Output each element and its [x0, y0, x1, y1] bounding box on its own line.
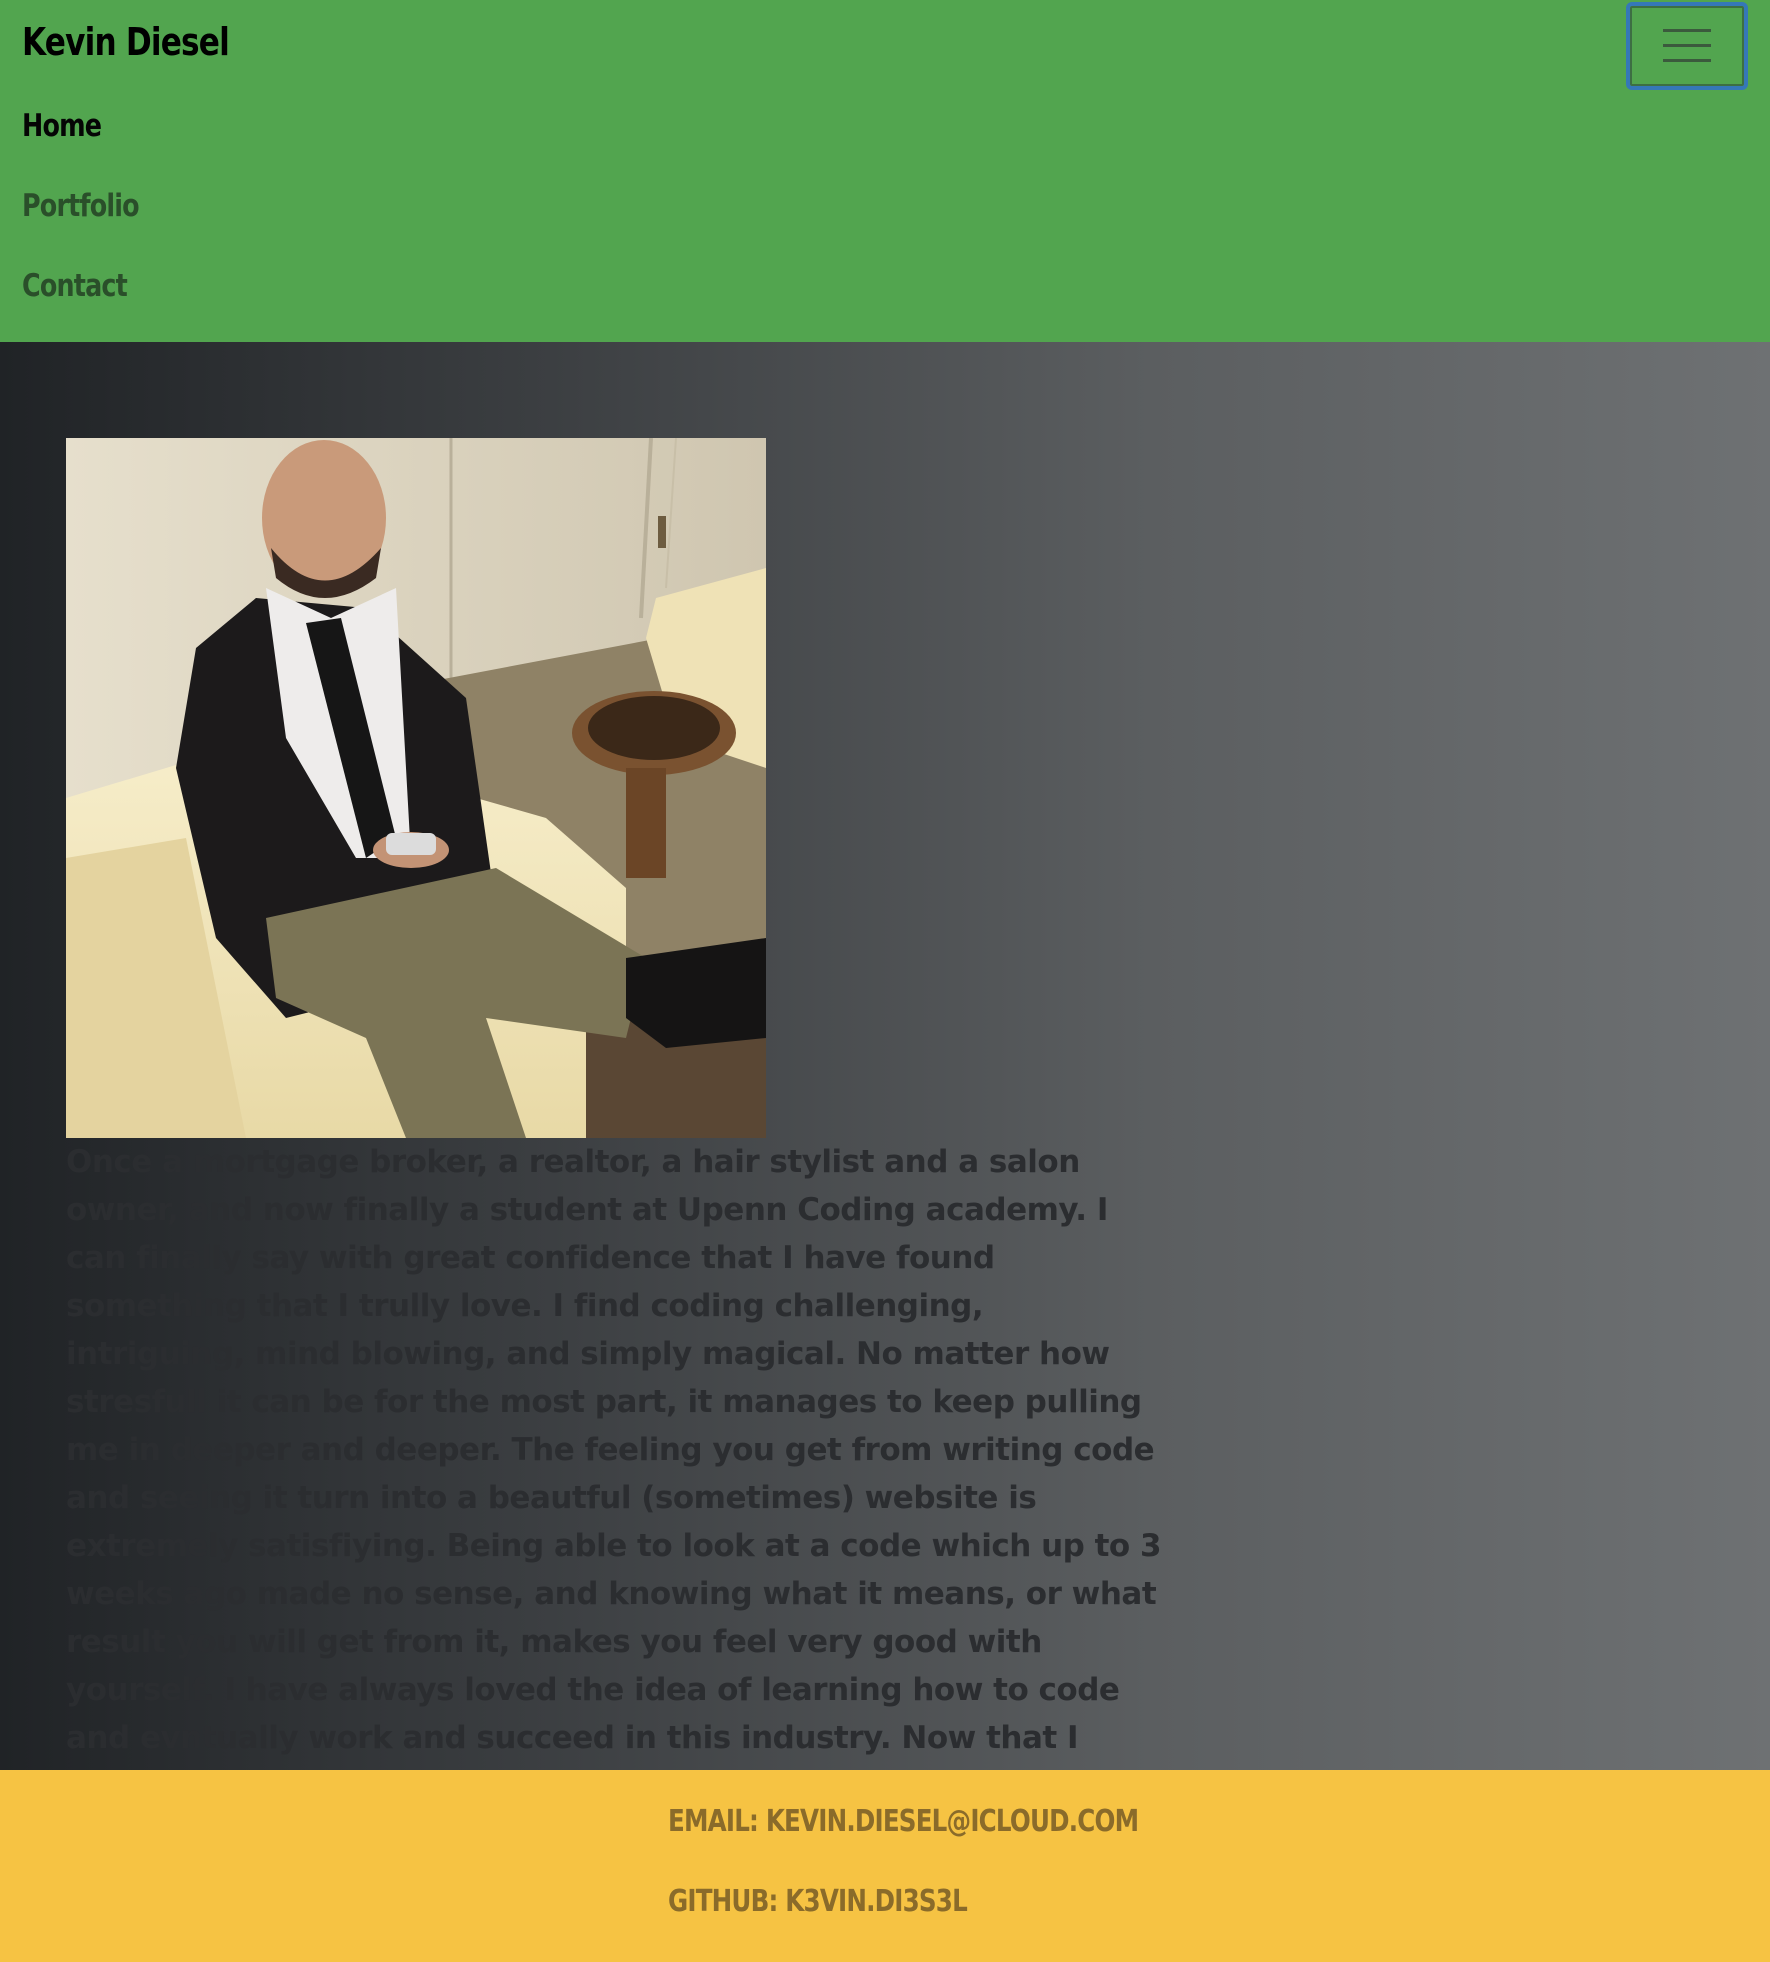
- nav-item-home: Home: [22, 100, 164, 180]
- navbar-toggler-button[interactable]: [1626, 2, 1748, 90]
- bio-text: Once a mortgage broker, a realtor, a hai…: [66, 1144, 1162, 1770]
- nav-item-portfolio: Portfolio: [22, 180, 164, 260]
- navbar: Kevin Diesel Home Portfolio Contact: [0, 0, 1770, 342]
- page: Kevin Diesel Home Portfolio Contact Once…: [0, 0, 1770, 1962]
- nav-link-portfolio[interactable]: Portfolio: [22, 180, 140, 260]
- nav-item-contact: Contact: [22, 260, 164, 340]
- main-content: Once a mortgage broker, a realtor, a hai…: [0, 342, 1770, 1770]
- nav-link-home[interactable]: Home: [22, 100, 139, 180]
- profile-photo: [66, 438, 766, 1138]
- footer: EMAIL: KEVIN.DIESEL@ICLOUD.COM GITHUB: K…: [0, 1770, 1770, 1962]
- footer-email[interactable]: EMAIL: KEVIN.DIESEL@ICLOUD.COM: [668, 1804, 1139, 1839]
- brand-name[interactable]: Kevin Diesel: [22, 20, 230, 64]
- footer-github[interactable]: GITHUB: K3VIN.DI3S3L: [668, 1884, 968, 1919]
- nav-list: Home Portfolio Contact: [22, 100, 164, 340]
- hamburger-menu-icon: [1663, 29, 1711, 62]
- nav-link-contact[interactable]: Contact: [22, 260, 139, 340]
